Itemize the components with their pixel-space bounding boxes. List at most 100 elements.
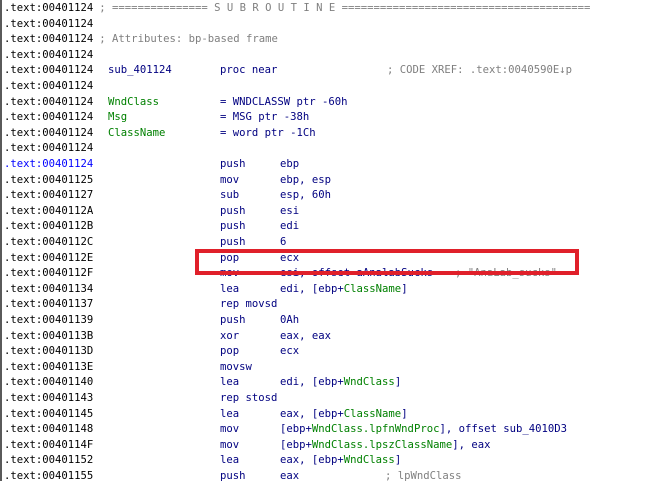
listing-line[interactable]: .text:00401124 WndClass = WNDCLASSW ptr -6…	[4, 95, 647, 111]
listing-line[interactable]: .text:0040113B xor eax, eax	[4, 329, 647, 345]
line-address: .text:00401137	[4, 298, 94, 311]
instruction-mnemonic: mov	[220, 438, 240, 451]
line-address: .text:00401124	[4, 111, 94, 124]
instruction-mnemonic: lea	[220, 282, 240, 295]
listing-line[interactable]: .text:00401127 sub esp, 60h	[4, 188, 647, 204]
line-address: .text:0040112C	[4, 236, 94, 248]
local-var-name: Msg	[108, 111, 128, 124]
instruction-mnemonic: push	[220, 220, 246, 233]
instruction-mnemonic: mov	[220, 173, 240, 186]
line-address: .text:00401124	[4, 80, 94, 92]
local-var-name: ClassName	[108, 126, 166, 139]
listing-line[interactable]: .text:00401124 ClassName = word ptr -1Ch	[4, 126, 647, 142]
local-var-def: = MSG ptr -38h	[220, 111, 310, 124]
instruction-mnemonic: rep stosd	[220, 392, 278, 404]
line-address: .text:0040112A	[4, 204, 94, 217]
instruction-mnemonic: mov	[220, 423, 240, 436]
instruction-operands: esi	[280, 204, 300, 217]
line-address: .text:00401124	[4, 33, 94, 46]
instruction-mnemonic: pop	[220, 345, 240, 358]
listing-line[interactable]: .text:00401148 mov [ebp+WndClass.lpfnWndPr…	[4, 422, 647, 438]
xref-comment: ; CODE XREF: .text:0040590E↓p	[387, 64, 572, 77]
instruction-mnemonic: lea	[220, 376, 240, 389]
line-address: .text:00401124	[4, 95, 94, 108]
instruction-mnemonic: rep movsd	[220, 298, 278, 311]
instruction-mnemonic: push	[220, 314, 246, 326]
instruction-operands: 0Ah	[280, 314, 300, 326]
instruction-mnemonic: sub	[220, 189, 240, 202]
line-address: .text:00401140	[4, 376, 94, 389]
listing-line[interactable]: .text:00401145 lea eax, [ebp+ClassName]	[4, 407, 647, 423]
listing-line[interactable]: .text:00401155 push eax ; lpWndClass	[4, 469, 647, 481]
listing-line[interactable]: .text:00401124	[4, 141, 647, 157]
instruction-mnemonic: lea	[220, 454, 240, 467]
instruction-operands: edi, [ebp+ClassName]	[280, 282, 408, 295]
line-address: .text:00401125	[4, 173, 94, 186]
instruction-operands: edi	[280, 220, 300, 233]
instruction-operands: eax, [ebp+ClassName]	[280, 407, 408, 420]
instruction-operands: ebp	[280, 158, 300, 170]
instruction-mnemonic: movsw	[220, 360, 252, 373]
listing-line[interactable]: .text:00401124	[4, 48, 647, 64]
instruction-mnemonic: push	[220, 204, 246, 217]
line-address: .text:00401155	[4, 470, 94, 481]
listing-line[interactable]: .text:00401124 push ebp	[4, 157, 647, 173]
instruction-mnemonic: lea	[220, 407, 240, 420]
line-address: .text:00401124	[4, 17, 94, 30]
listing-line[interactable]: .text:0040113E movsw	[4, 360, 647, 376]
listing-line[interactable]: .text:00401125 mov ebp, esp	[4, 173, 647, 189]
listing-line[interactable]: .text:0040113D pop ecx	[4, 344, 647, 360]
line-address: .text:00401124	[4, 64, 94, 77]
listing-line[interactable]: .text:00401124	[4, 17, 647, 33]
listing-line[interactable]: .text:00401124 ; Attributes: bp-based fra…	[4, 32, 647, 48]
instruction-operands: eax, eax	[280, 329, 332, 342]
listing-line[interactable]: .text:0040112A push esi	[4, 204, 647, 220]
highlight-box	[195, 249, 579, 275]
instruction-operands: eax, [ebp+WndClass]	[280, 454, 402, 467]
line-address: .text:00401124	[4, 158, 94, 170]
line-address: .text:00401139	[4, 314, 94, 326]
listing-line[interactable]: .text:00401143 rep stosd	[4, 391, 647, 407]
listing-line[interactable]: .text:00401124 ; =============== S U B R …	[4, 1, 647, 17]
line-address: .text:00401127	[4, 189, 94, 202]
line-address: .text:00401134	[4, 282, 94, 295]
instruction-operands: eax	[280, 470, 300, 481]
line-address: .text:0040112F	[4, 267, 94, 280]
local-var-def: = WNDCLASSW ptr -60h	[220, 95, 348, 108]
line-address: .text:00401152	[4, 454, 94, 467]
listing-line[interactable]: .text:0040114F mov [ebp+WndClass.lpszClass…	[4, 438, 647, 454]
line-address: .text:00401145	[4, 407, 94, 420]
listing-line[interactable]: .text:00401124 Msg = MSG ptr -38h	[4, 110, 647, 126]
instruction-operands: edi, [ebp+WndClass]	[280, 376, 402, 389]
listing-line[interactable]: .text:00401140 lea edi, [ebp+WndClass]	[4, 375, 647, 391]
line-address: .text:0040113E	[4, 360, 94, 373]
instruction-operands: esp, 60h	[280, 189, 332, 202]
listing-line[interactable]: .text:00401139 push 0Ah	[4, 313, 647, 329]
instruction-operands: [ebp+WndClass.lpszClassName], eax	[280, 438, 491, 451]
line-address: .text:0040114F	[4, 438, 94, 451]
line-address: .text:0040112E	[4, 251, 94, 264]
listing-line[interactable]: .text:00401134 lea edi, [ebp+ClassName]	[4, 282, 647, 298]
subroutine-banner: ; =============== S U B R O U T I N E ==…	[99, 2, 591, 14]
instruction-mnemonic: push	[220, 158, 246, 170]
line-address: .text:00401124	[4, 142, 94, 155]
instruction-mnemonic: xor	[220, 329, 240, 342]
listing-line[interactable]: .text:00401124	[4, 79, 647, 95]
instruction-operands: ecx	[280, 345, 300, 358]
local-var-def: = word ptr -1Ch	[220, 126, 316, 139]
line-address: .text:00401124	[4, 2, 94, 14]
line-address: .text:00401143	[4, 392, 94, 404]
line-address: .text:0040113D	[4, 345, 94, 358]
listing-line[interactable]: .text:00401124 sub_401124 proc near ; CODE …	[4, 63, 647, 79]
line-address: .text:00401148	[4, 423, 94, 436]
instruction-operands: [ebp+WndClass.lpfnWndProc], offset sub_4…	[280, 423, 568, 436]
listing-line[interactable]: .text:00401152 lea eax, [ebp+WndClass]	[4, 453, 647, 469]
line-comment: ; Attributes: bp-based frame	[99, 33, 278, 46]
proc-directive: proc near	[220, 64, 278, 77]
listing-line[interactable]: .text:00401137 rep movsd	[4, 297, 647, 313]
local-var-name: WndClass	[108, 95, 160, 108]
disassembly-listing[interactable]: .text:00401124 ; =============== S U B R …	[0, 0, 647, 481]
proc-label: sub_401124	[108, 64, 172, 77]
line-address: .text:0040112B	[4, 220, 94, 233]
listing-line[interactable]: .text:0040112B push edi	[4, 219, 647, 235]
